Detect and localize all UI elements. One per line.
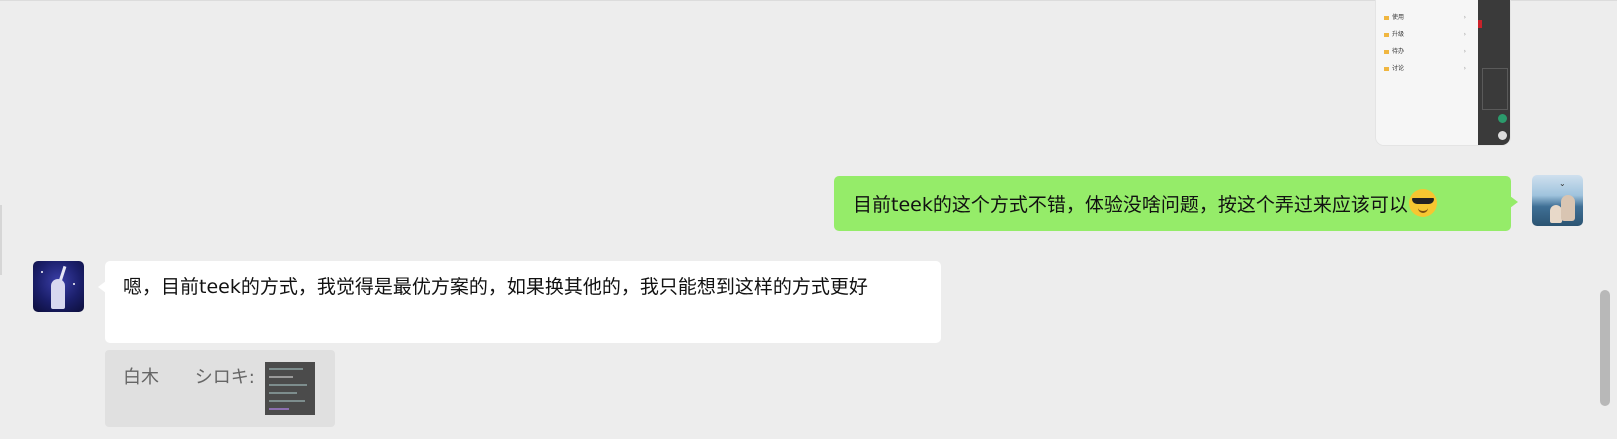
message-text: 嗯，目前teek的方式，我觉得是最优方案的，如果换其他的，我只能想到这样的方式更… bbox=[123, 276, 868, 298]
sunglasses-emoji-icon bbox=[1408, 189, 1437, 217]
message-text: 目前teek的这个方式不错，体验没啥问题，按这个弄过来应该可以 bbox=[853, 194, 1408, 216]
screenshot-menu-item: 待办 › bbox=[1384, 46, 1474, 58]
message-bubble-me[interactable]: 目前teek的这个方式不错，体验没啥问题，按这个弄过来应该可以 bbox=[834, 176, 1518, 231]
folder-icon bbox=[1384, 15, 1389, 20]
screenshot-menu-item: 使用 › bbox=[1384, 12, 1474, 24]
screenshot-badge bbox=[1498, 114, 1507, 123]
chevron-right-icon: › bbox=[1463, 65, 1466, 72]
folder-icon bbox=[1384, 32, 1389, 37]
top-divider bbox=[0, 0, 1617, 1]
avatar-contact[interactable] bbox=[33, 261, 84, 312]
quoted-message[interactable]: 白木 シロキ: bbox=[105, 350, 335, 427]
chevron-right-icon: › bbox=[1463, 31, 1466, 38]
chevron-right-icon: › bbox=[1463, 48, 1466, 55]
bird-icon: ⌄ bbox=[1559, 179, 1566, 188]
folder-icon bbox=[1384, 66, 1389, 71]
window-edge bbox=[0, 205, 2, 275]
screenshot-box bbox=[1482, 68, 1508, 110]
folder-icon bbox=[1384, 49, 1389, 54]
avatar-me[interactable]: ⌄ bbox=[1532, 175, 1583, 226]
screenshot-circle-button bbox=[1498, 131, 1507, 140]
image-message-screenshot[interactable]: 使用 › 升级 › 待办 › 讨论 › bbox=[1376, 0, 1510, 145]
screenshot-dark-pane bbox=[1478, 0, 1510, 145]
quote-author: 白木 シロキ: bbox=[123, 367, 255, 388]
screenshot-menu-panel: 使用 › 升级 › 待办 › 讨论 › bbox=[1376, 0, 1478, 145]
screenshot-menu-item: 讨论 › bbox=[1384, 63, 1474, 75]
message-bubble-contact[interactable]: 嗯，目前teek的方式，我觉得是最优方案的，如果换其他的，我只能想到这样的方式更… bbox=[98, 261, 941, 343]
screenshot-accent bbox=[1478, 20, 1482, 28]
quote-image-thumbnail[interactable] bbox=[265, 362, 315, 415]
scrollbar-thumb[interactable] bbox=[1600, 290, 1610, 406]
screenshot-menu-item: 升级 › bbox=[1384, 29, 1474, 41]
chevron-right-icon: › bbox=[1463, 14, 1466, 21]
